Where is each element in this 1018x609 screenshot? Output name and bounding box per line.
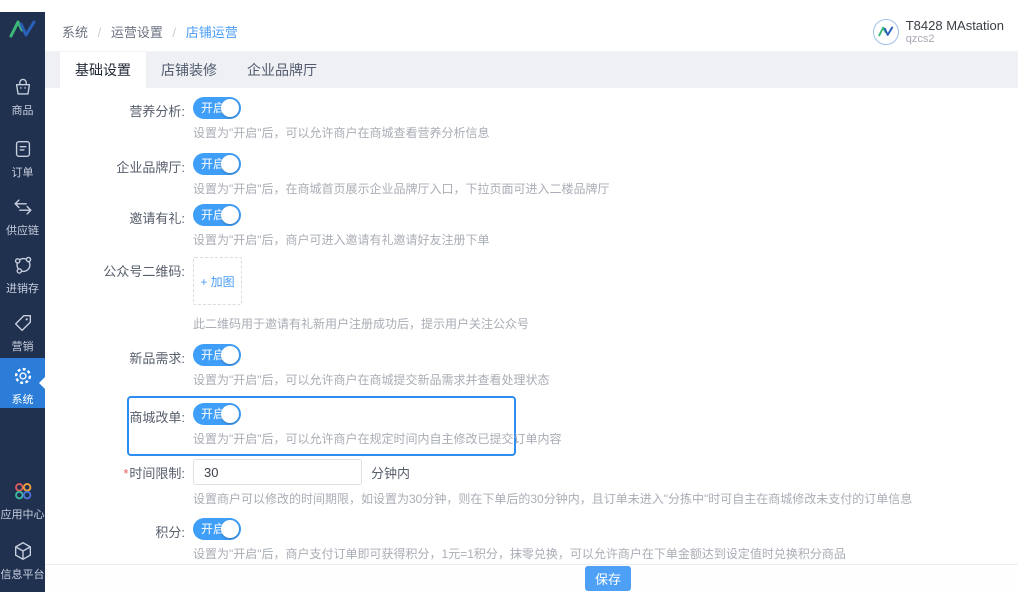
top-bar: 系统 / 运营设置 / 店铺运营 T8428 MAstation qzcs2	[45, 12, 1018, 52]
nutrition-analysis-toggle[interactable]: 开启	[193, 97, 241, 119]
toggle-knob	[221, 520, 239, 538]
sidebar-item-inventory[interactable]: 进销存	[0, 254, 45, 296]
form-row-time-limit: *时间限制: 分钟内 设置商户可以修改的时间期限，如设置为30分钟，则在下单后的…	[45, 459, 1018, 507]
field-description: 设置为"开启"后，可以允许商户在商城提交新品需求并查看处理状态	[193, 373, 550, 387]
field-description: 设置商户可以修改的时间期限，如设置为30分钟，则在下单后的30分钟内，且订单未进…	[193, 492, 913, 506]
save-button[interactable]: 保存	[585, 566, 632, 591]
form-row-mall-order-modify: 商城改单: 开启 设置为"开启"后，可以允许商户在规定时间内自主修改已提交订单内…	[129, 403, 562, 447]
field-label: 公众号二维码:	[103, 264, 185, 279]
bag-icon	[0, 76, 45, 103]
order-icon	[0, 138, 45, 165]
field-label: 企业品牌厅:	[116, 160, 185, 175]
tab-basic-settings[interactable]: 基础设置	[60, 52, 146, 88]
toggle-knob	[221, 155, 239, 173]
field-description: 设置为"开启"后，在商城首页展示企业品牌厅入口，下拉页面可进入二楼品牌厅	[193, 182, 610, 196]
account-info[interactable]: T8428 MAstation qzcs2	[872, 18, 1004, 45]
field-label: 商城改单:	[129, 410, 185, 425]
sidebar-item-label: 进销存	[6, 283, 39, 295]
field-description: 此二维码用于邀请有礼新用户注册成功后，提示用户关注公众号	[193, 317, 530, 331]
tag-icon	[0, 312, 45, 339]
field-description: 设置为"开启"后，商户支付订单即可获得积分，1元=1积分，抹零兑换，可以允许商户…	[193, 547, 846, 561]
breadcrumb-item-operation-settings[interactable]: 运营设置	[111, 25, 163, 40]
time-limit-input[interactable]	[193, 459, 362, 485]
breadcrumb-separator: /	[172, 25, 177, 40]
field-label: 营养分析:	[129, 104, 185, 119]
sidebar-item-info-platform[interactable]: 信息平台	[0, 540, 45, 582]
breadcrumb: 系统 / 运营设置 / 店铺运营	[62, 22, 238, 41]
breadcrumb-item-shop-operation: 店铺运营	[185, 25, 238, 40]
form-row-nutrition-analysis: 营养分析: 开启 设置为"开启"后，可以允许商户在商城查看营养分析信息	[45, 97, 1018, 141]
sidebar-item-label: 应用中心	[0, 509, 45, 521]
form-row-invite-gift: 邀请有礼: 开启 设置为"开启"后，商户可进入邀请有礼邀请好友注册下单	[45, 204, 1018, 248]
brand-logo-icon	[0, 18, 45, 45]
field-label: *时间限制:	[123, 466, 185, 481]
gear-icon	[0, 365, 45, 392]
account-logo-icon	[872, 18, 899, 45]
form-row-points: 积分: 开启 设置为"开启"后，商户支付订单即可获得积分，1元=1积分，抹零兑换…	[45, 518, 1018, 562]
sidebar-item-label: 营销	[11, 341, 34, 353]
highlighted-setting-box: 商城改单: 开启 设置为"开启"后，可以允许商户在规定时间内自主修改已提交订单内…	[127, 396, 562, 456]
app-window: 商品 订单 供应链 进销存 营销 系统 应用中心 信息平台 系统 / 运营设置 …	[0, 0, 1018, 609]
sidebar-item-orders[interactable]: 订单	[0, 138, 45, 180]
app-center-icon	[0, 480, 45, 507]
cube-icon	[0, 540, 45, 567]
sidebar-item-label: 信息平台	[0, 569, 45, 581]
brand-hall-toggle[interactable]: 开启	[193, 153, 241, 175]
sidebar-item-system[interactable]: 系统	[0, 358, 45, 408]
footer-bar: 保存	[45, 564, 1018, 592]
tab-bar: 基础设置 店铺装修 企业品牌厅	[45, 52, 1018, 88]
field-label: 新品需求:	[129, 351, 185, 366]
sidebar-item-supply-chain[interactable]: 供应链	[0, 196, 45, 238]
toggle-knob	[221, 405, 239, 423]
field-label: 积分:	[155, 525, 185, 540]
field-label: 邀请有礼:	[129, 211, 185, 226]
time-limit-unit: 分钟内	[371, 465, 411, 481]
form-row-qrcode: 公众号二维码: + 加图 此二维码用于邀请有礼新用户注册成功后，提示用户关注公众…	[45, 257, 1018, 332]
sidebar-item-label: 订单	[11, 167, 34, 179]
points-toggle[interactable]: 开启	[193, 518, 241, 540]
tab-shop-decoration[interactable]: 店铺装修	[146, 52, 232, 88]
toggle-knob	[221, 99, 239, 117]
form-row-brand-hall: 企业品牌厅: 开启 设置为"开启"后，在商城首页展示企业品牌厅入口，下拉页面可进…	[45, 153, 1018, 197]
qrcode-upload-button[interactable]: + 加图	[193, 257, 242, 305]
toggle-knob	[221, 346, 239, 364]
sidebar-item-label: 商品	[11, 105, 34, 117]
tab-brand-hall[interactable]: 企业品牌厅	[232, 52, 332, 88]
sidebar-item-app-center[interactable]: 应用中心	[0, 480, 45, 522]
main-area: 系统 / 运营设置 / 店铺运营 T8428 MAstation qzcs2 基…	[45, 12, 1018, 592]
breadcrumb-separator: /	[97, 25, 102, 40]
supply-chain-icon	[0, 196, 45, 223]
new-product-request-toggle[interactable]: 开启	[193, 344, 241, 366]
field-description: 设置为"开启"后，商户可进入邀请有礼邀请好友注册下单	[193, 233, 490, 247]
breadcrumb-item-system[interactable]: 系统	[62, 25, 88, 40]
sidebar-item-label: 系统	[11, 394, 34, 406]
add-image-label: + 加图	[200, 274, 235, 289]
account-subname: qzcs2	[905, 33, 935, 45]
field-description: 设置为"开启"后，可以允许商户在规定时间内自主修改已提交订单内容	[193, 432, 562, 446]
sidebar-item-label: 供应链	[6, 225, 39, 237]
toggle-knob	[221, 206, 239, 224]
required-mark: *	[123, 466, 129, 481]
account-name: T8428 MAstation	[905, 18, 1004, 33]
field-description: 设置为"开启"后，可以允许商户在商城查看营养分析信息	[193, 126, 490, 140]
sidebar-item-goods[interactable]: 商品	[0, 76, 45, 118]
form-row-new-product-request: 新品需求: 开启 设置为"开启"后，可以允许商户在商城提交新品需求并查看处理状态	[45, 344, 1018, 388]
invite-gift-toggle[interactable]: 开启	[193, 204, 241, 226]
sidebar: 商品 订单 供应链 进销存 营销 系统 应用中心 信息平台	[0, 12, 45, 592]
mall-order-modify-toggle[interactable]: 开启	[193, 403, 241, 425]
settings-form: 营养分析: 开启 设置为"开启"后，可以允许商户在商城查看营养分析信息 企业品牌…	[45, 88, 1018, 564]
inventory-icon	[0, 254, 45, 281]
sidebar-item-marketing[interactable]: 营销	[0, 312, 45, 354]
